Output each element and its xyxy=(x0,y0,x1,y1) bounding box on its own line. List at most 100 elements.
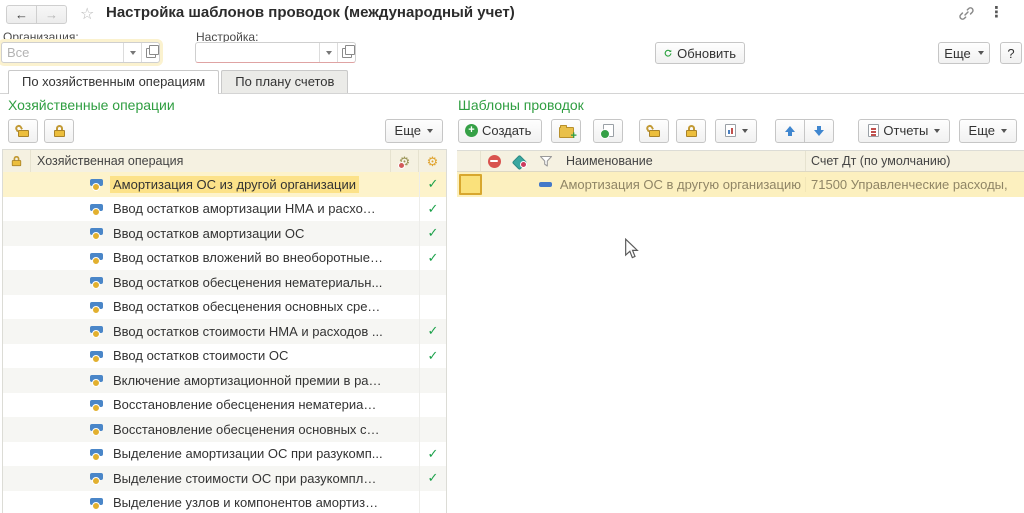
name-column-header[interactable]: Наименование xyxy=(559,154,805,168)
move-up-button[interactable] xyxy=(775,119,805,143)
operation-row[interactable]: Выделение амортизации ОС при разукомп...… xyxy=(3,442,446,467)
operation-row[interactable]: Включение амортизационной премии в рас..… xyxy=(3,368,446,393)
lock-column-header[interactable] xyxy=(3,150,31,172)
document-chart-icon xyxy=(725,124,736,137)
check-icon xyxy=(419,491,446,513)
organization-dropdown-button[interactable] xyxy=(123,43,141,62)
organization-combobox[interactable]: Все xyxy=(1,42,160,63)
operation-icon xyxy=(89,473,103,483)
help-label: ? xyxy=(1007,46,1014,61)
help-button[interactable]: ? xyxy=(1000,42,1022,64)
gears-settings-icon xyxy=(399,155,411,168)
settings-column-header[interactable] xyxy=(390,150,418,172)
configured-column-header[interactable] xyxy=(418,150,446,172)
setting-choose-button[interactable] xyxy=(337,43,355,62)
operation-icon xyxy=(89,449,103,459)
copy-document-icon xyxy=(603,124,614,137)
account-column-header[interactable]: Счет Дт (по умолчанию) xyxy=(805,151,1024,171)
operation-label: Ввод остатков стоимости НМА и расходов .… xyxy=(110,323,386,340)
templates-toolbar: + Создать Отчеты Еще xyxy=(458,118,1017,143)
stop-icon xyxy=(488,155,501,168)
operation-label: Ввод остатков обесценения нематериальн..… xyxy=(110,274,385,291)
lock-icon xyxy=(685,125,698,137)
create-button[interactable]: + Создать xyxy=(458,119,542,143)
manual-edit-column-header[interactable] xyxy=(507,151,533,171)
operation-label: Ввод остатков вложений во внеоборотные .… xyxy=(110,249,386,266)
refresh-button[interactable]: Обновить xyxy=(655,42,745,64)
tab-by-operations[interactable]: По хозяйственным операциям xyxy=(8,70,219,94)
operation-row[interactable]: Ввод остатков стоимости ОС ✓ xyxy=(3,344,446,369)
choose-icon xyxy=(146,48,156,58)
arrow-up-icon xyxy=(785,126,795,136)
create-group-button[interactable] xyxy=(551,119,581,143)
setting-value[interactable] xyxy=(196,43,319,62)
chevron-down-icon xyxy=(742,129,748,133)
template-name: Амортизация ОС в другую организацию xyxy=(560,177,801,192)
move-down-button[interactable] xyxy=(804,119,834,143)
operation-row[interactable]: Ввод остатков вложений во внеоборотные .… xyxy=(3,246,446,271)
lock-icon xyxy=(11,156,22,166)
lock-button[interactable] xyxy=(44,119,74,143)
lock-button[interactable] xyxy=(676,119,706,143)
operation-row[interactable]: Амортизация ОС из другой организации ✓ xyxy=(3,172,446,197)
reports-label: Отчеты xyxy=(883,123,928,138)
unlock-button[interactable] xyxy=(639,119,669,143)
operation-label: Ввод остатков амортизации НМА и расходо.… xyxy=(110,200,386,217)
inactive-column-header[interactable] xyxy=(481,151,507,171)
favorites-star-icon[interactable]: ☆ xyxy=(80,4,94,24)
filter-icon xyxy=(539,155,553,168)
templates-table-header: Наименование Счет Дт (по умолчанию) xyxy=(457,150,1024,172)
operation-row[interactable]: Восстановление обесценения нематериаль..… xyxy=(3,393,446,418)
filter-column-header[interactable] xyxy=(533,151,559,171)
operation-row[interactable]: Ввод остатков стоимости НМА и расходов .… xyxy=(3,319,446,344)
check-icon: ✓ xyxy=(419,319,446,344)
operation-icon xyxy=(89,400,103,410)
organization-choose-button[interactable] xyxy=(141,43,159,62)
create-copy-button[interactable] xyxy=(593,119,623,143)
unlock-icon xyxy=(17,125,30,137)
operation-row[interactable]: Ввод остатков амортизации ОС ✓ xyxy=(3,221,446,246)
form-more-button[interactable]: Еще xyxy=(938,42,990,64)
setting-dropdown-button[interactable] xyxy=(319,43,337,62)
operation-row[interactable]: Ввод остатков обесценения нематериальн..… xyxy=(3,270,446,295)
reports-button[interactable]: Отчеты xyxy=(858,119,950,143)
forward-button[interactable]: → xyxy=(36,5,67,24)
templates-more-button[interactable]: Еще xyxy=(959,119,1017,143)
chevron-down-icon xyxy=(978,51,984,55)
operation-column-header[interactable]: Хозяйственная операция xyxy=(31,150,390,172)
page-title: Настройка шаблонов проводок (международн… xyxy=(106,4,515,21)
operation-row[interactable]: Ввод остатков амортизации НМА и расходо.… xyxy=(3,197,446,222)
operations-more-button[interactable]: Еще xyxy=(385,119,443,143)
create-label: Создать xyxy=(482,123,531,138)
operation-row[interactable]: Восстановление обесценения основных ср..… xyxy=(3,417,446,442)
tab-by-chart-of-accounts[interactable]: По плану счетов xyxy=(221,70,348,93)
operations-panel: Хозяйственные операции Еще Хозяйственная… xyxy=(0,94,448,513)
template-row[interactable]: Амортизация ОС в другую организацию 7150… xyxy=(457,172,1024,197)
print-list-button[interactable] xyxy=(715,119,757,143)
operation-row[interactable]: Ввод остатков обесценения основных средс… xyxy=(3,295,446,320)
operation-label: Восстановление обесценения нематериаль..… xyxy=(110,396,386,413)
chevron-down-icon xyxy=(934,129,940,133)
menu-dots-icon[interactable]: ⋮ xyxy=(989,3,1004,21)
check-icon: ✓ xyxy=(419,221,446,246)
report-icon xyxy=(868,124,879,137)
unlock-button[interactable] xyxy=(8,119,38,143)
title-bar: ← → ☆ Настройка шаблонов проводок (между… xyxy=(0,0,1024,28)
operation-label: Включение амортизационной премии в рас..… xyxy=(110,372,386,389)
check-icon: ✓ xyxy=(419,197,446,222)
check-icon xyxy=(419,295,446,320)
setting-combobox[interactable] xyxy=(195,42,356,63)
link-icon[interactable] xyxy=(958,5,975,25)
row-selector-cell xyxy=(459,174,482,195)
more-label: Еще xyxy=(944,46,970,61)
operation-row[interactable]: Выделение узлов и компонентов амортизаци… xyxy=(3,491,446,513)
plus-icon: + xyxy=(465,124,478,137)
back-button[interactable]: ← xyxy=(6,5,37,24)
organization-value[interactable]: Все xyxy=(2,43,123,62)
operation-label: Ввод остатков амортизации ОС xyxy=(110,225,307,242)
template-icon xyxy=(539,182,552,187)
templates-panel: Шаблоны проводок + Создать Отчеты Ещ xyxy=(456,94,1024,513)
operation-label: Выделение узлов и компонентов амортизаци… xyxy=(110,494,386,511)
operation-row[interactable]: Выделение стоимости ОС при разукомплек..… xyxy=(3,466,446,491)
operation-icon xyxy=(89,228,103,238)
